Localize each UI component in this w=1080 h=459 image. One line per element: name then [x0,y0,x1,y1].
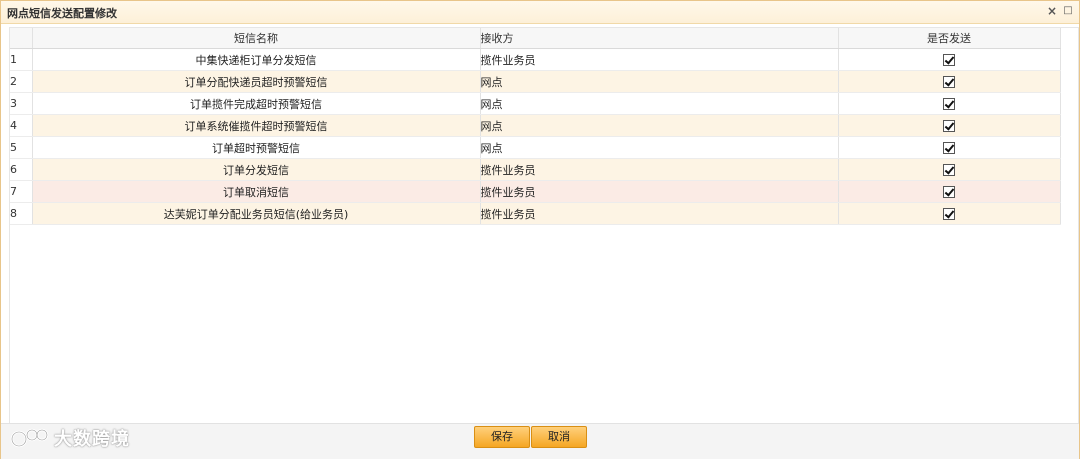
save-button[interactable]: 保存 [474,426,530,448]
header-send[interactable]: 是否发送 [838,28,1061,49]
watermark-logo-icon [10,428,49,448]
receiver-cell: 揽件业务员 [480,180,839,203]
row-index: 2 [10,70,33,93]
grid-table: 短信名称 接收方 是否发送 1 中集快递柜订单分发短信 揽件业务员 2 订单分配… [10,28,1061,225]
send-cell [838,180,1061,203]
maximize-icon[interactable]: □ [1061,4,1075,18]
header-receiver[interactable]: 接收方 [480,28,839,49]
table-row[interactable]: 3 订单揽件完成超时预警短信 网点 [10,92,1061,115]
checkbox-icon[interactable] [943,76,955,88]
table-row[interactable]: 1 中集快递柜订单分发短信 揽件业务员 [10,48,1061,71]
sms-name-cell: 订单分发短信 [32,158,481,181]
config-dialog: 网点短信发送配置修改 × □ 短信名称 接收方 是否发送 1 中集快递柜订单分发… [0,0,1080,459]
receiver-cell: 网点 [480,114,839,137]
checkbox-icon[interactable] [943,142,955,154]
checkbox-icon[interactable] [943,186,955,198]
cancel-button[interactable]: 取消 [531,426,587,448]
send-cell [838,158,1061,181]
row-index: 7 [10,180,33,203]
watermark: 大数跨境 [10,424,130,452]
dialog-footer: 保存 取消 [1,423,1079,459]
checkbox-icon[interactable] [943,164,955,176]
row-index: 6 [10,158,33,181]
row-index: 5 [10,136,33,159]
send-cell [838,136,1061,159]
table-row[interactable]: 4 订单系统催揽件超时预警短信 网点 [10,114,1061,137]
grid-header-row: 短信名称 接收方 是否发送 [10,28,1061,49]
sms-config-grid: 短信名称 接收方 是否发送 1 中集快递柜订单分发短信 揽件业务员 2 订单分配… [9,27,1079,424]
receiver-cell: 揽件业务员 [480,48,839,71]
row-index: 3 [10,92,33,115]
row-index: 4 [10,114,33,137]
table-row[interactable]: 7 订单取消短信 揽件业务员 [10,180,1061,203]
send-cell [838,114,1061,137]
sms-name-cell: 订单取消短信 [32,180,481,203]
close-icon[interactable]: × [1045,4,1059,18]
table-row[interactable]: 6 订单分发短信 揽件业务员 [10,158,1061,181]
sms-name-cell: 达芙妮订单分配业务员短信(给业务员) [32,202,481,225]
send-cell [838,92,1061,115]
sms-name-cell: 订单超时预警短信 [32,136,481,159]
sms-name-cell: 订单分配快递员超时预警短信 [32,70,481,93]
table-row[interactable]: 5 订单超时预警短信 网点 [10,136,1061,159]
table-row[interactable]: 8 达芙妮订单分配业务员短信(给业务员) 揽件业务员 [10,202,1061,225]
send-cell [838,202,1061,225]
receiver-cell: 网点 [480,70,839,93]
receiver-cell: 网点 [480,136,839,159]
receiver-cell: 揽件业务员 [480,158,839,181]
send-cell [838,48,1061,71]
sms-name-cell: 订单系统催揽件超时预警短信 [32,114,481,137]
header-index [10,28,33,49]
dialog-title: 网点短信发送配置修改 [7,7,117,20]
watermark-text: 大数跨境 [54,429,130,450]
checkbox-icon[interactable] [943,98,955,110]
receiver-cell: 网点 [480,92,839,115]
sms-name-cell: 订单揽件完成超时预警短信 [32,92,481,115]
send-cell [838,70,1061,93]
checkbox-icon[interactable] [943,54,955,66]
receiver-cell: 揽件业务员 [480,202,839,225]
title-bar: 网点短信发送配置修改 × □ [1,1,1079,24]
checkbox-icon[interactable] [943,120,955,132]
row-index: 8 [10,202,33,225]
sms-name-cell: 中集快递柜订单分发短信 [32,48,481,71]
row-index: 1 [10,48,33,71]
checkbox-icon[interactable] [943,208,955,220]
table-row[interactable]: 2 订单分配快递员超时预警短信 网点 [10,70,1061,93]
header-sms-name[interactable]: 短信名称 [32,28,481,49]
